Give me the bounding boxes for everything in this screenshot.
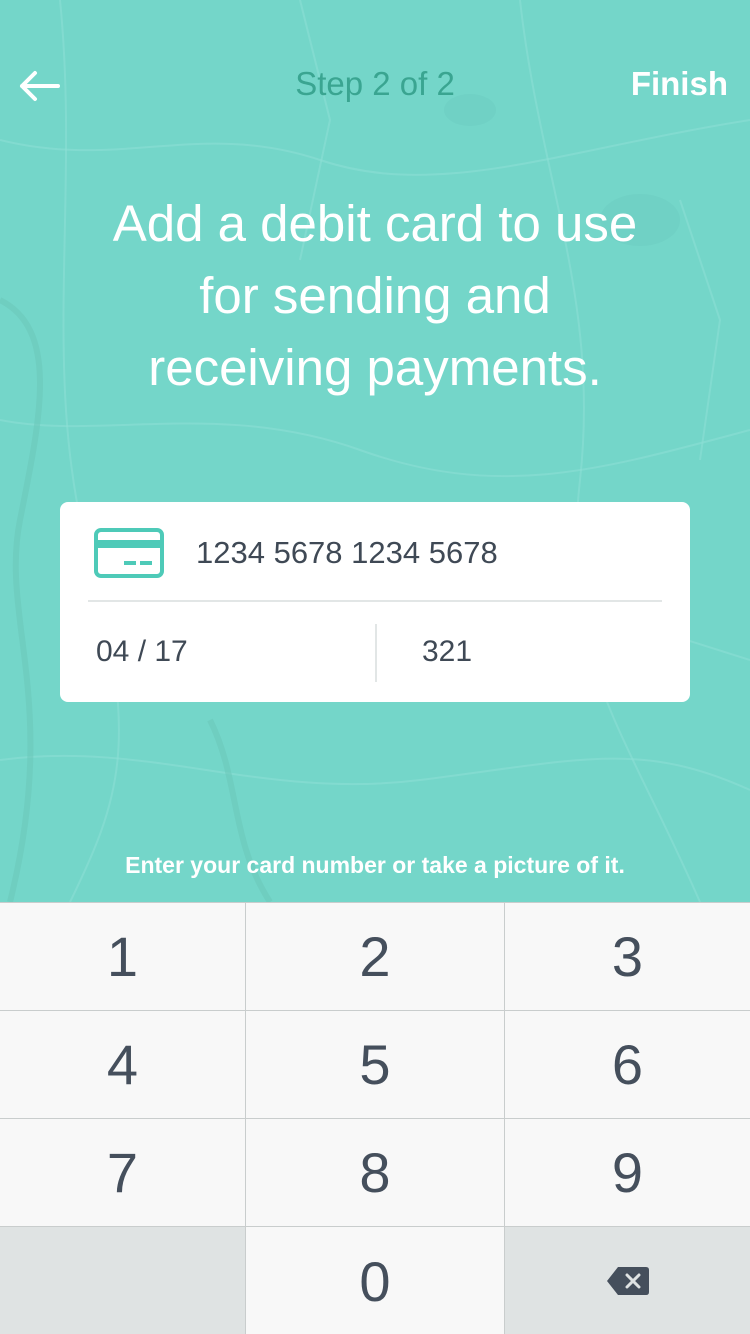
- finish-button[interactable]: Finish: [631, 62, 728, 106]
- hint-text: Enter your card number or take a picture…: [125, 852, 625, 878]
- backspace-icon: [606, 1267, 649, 1295]
- key-0[interactable]: 0: [246, 1227, 505, 1334]
- card-entry-form: 1234 5678 1234 5678 04 / 17 321: [60, 502, 690, 702]
- headline-line: receiving payments.: [148, 339, 602, 396]
- headline: Add a debit card to use for sending and …: [60, 188, 690, 404]
- key-5[interactable]: 5: [246, 1011, 505, 1119]
- key-9[interactable]: 9: [505, 1119, 750, 1227]
- numeric-keypad: 1 2 3 4 5 6 7 8 9 0: [0, 902, 750, 1334]
- key-8[interactable]: 8: [246, 1119, 505, 1227]
- headline-line: for sending and: [199, 267, 551, 324]
- key-4[interactable]: 4: [0, 1011, 246, 1119]
- header: Step 2 of 2 Finish: [0, 0, 750, 170]
- key-6[interactable]: 6: [505, 1011, 750, 1119]
- expiry-date-input[interactable]: 04 / 17: [96, 630, 366, 674]
- divider: [375, 624, 377, 682]
- cvv-input[interactable]: 321: [422, 630, 652, 674]
- credit-card-icon[interactable]: [94, 528, 164, 578]
- divider: [88, 600, 662, 602]
- key-7[interactable]: 7: [0, 1119, 246, 1227]
- headline-line: Add a debit card to use: [112, 195, 638, 252]
- key-blank: [0, 1227, 246, 1334]
- delete-key[interactable]: [505, 1227, 750, 1334]
- key-1[interactable]: 1: [0, 903, 246, 1011]
- key-3[interactable]: 3: [505, 903, 750, 1011]
- card-number-input[interactable]: 1234 5678 1234 5678: [196, 530, 498, 576]
- key-2[interactable]: 2: [246, 903, 505, 1011]
